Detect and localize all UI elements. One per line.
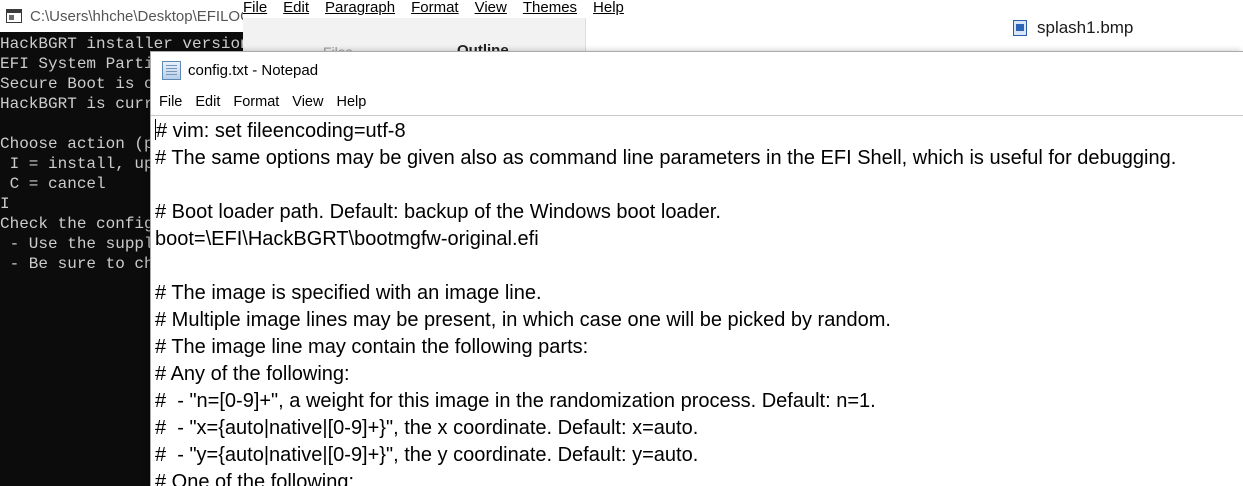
wordpad-menu-label: Format <box>411 0 459 16</box>
wordpad-menu-view[interactable]: View <box>475 0 507 15</box>
editor-line: # - "y={auto|native|[0-9]+}", the y coor… <box>155 444 699 466</box>
wordpad-side-pane-tabs: Files Outline <box>243 18 585 60</box>
notepad-window: config.txt - Notepad File Edit Format Vi… <box>150 51 1243 486</box>
window-title: config.txt - Notepad <box>188 62 319 79</box>
console-title: C:\Users\hhche\Desktop\EFILOGO <box>30 7 252 25</box>
editor-line: # The image is specified with an image l… <box>155 282 542 304</box>
wordpad-menu-file[interactable]: File <box>243 0 267 15</box>
wordpad-menubar: File Edit Paragraph Format View Themes H… <box>243 0 640 20</box>
wordpad-menu-label: File <box>243 0 268 16</box>
wordpad-menu-paragraph[interactable]: Paragraph <box>325 0 395 15</box>
wordpad-menu-edit[interactable]: Edit <box>283 0 309 15</box>
file-name: splash1.bmp <box>1037 18 1134 37</box>
wordpad-menu-help[interactable]: Help <box>593 0 624 15</box>
editor-line: # - "x={auto|native|[0-9]+}", the x coor… <box>155 417 699 439</box>
menu-view[interactable]: View <box>292 94 323 110</box>
editor-line: # One of the following: <box>155 471 355 486</box>
pane-divider <box>585 18 586 54</box>
console-titlebar[interactable]: C:\Users\hhche\Desktop\EFILOGO <box>0 0 252 32</box>
notepad-icon <box>162 61 181 80</box>
notepad-titlebar[interactable]: config.txt - Notepad <box>151 52 1243 89</box>
wordpad-menu-label: View <box>474 0 507 16</box>
wordpad-menu-label: Paragraph <box>325 0 396 16</box>
editor-line: # Boot loader path. Default: backup of t… <box>155 201 721 223</box>
editor-line-text: # vim: set fileencoding=utf-8 <box>156 120 406 142</box>
editor-line: # The same options may be given also as … <box>155 147 1177 169</box>
text-editor[interactable]: # vim: set fileencoding=utf-8 # The same… <box>151 115 1243 486</box>
menu-edit[interactable]: Edit <box>195 94 220 110</box>
menu-format[interactable]: Format <box>233 94 279 110</box>
editor-line: # Any of the following: <box>155 363 350 385</box>
editor-line: # The image line may contain the followi… <box>155 336 589 358</box>
wordpad-menu-label: Edit <box>283 0 310 16</box>
wordpad-menu-format[interactable]: Format <box>411 0 459 15</box>
console-icon <box>6 9 22 23</box>
editor-line: boot=\EFI\HackBGRT\bootmgfw-original.efi <box>155 228 539 250</box>
notepad-menubar: File Edit Format View Help <box>151 89 1243 115</box>
editor-line: # vim: set fileencoding=utf-8 <box>155 118 1243 145</box>
wordpad-menu-label: Help <box>593 0 624 16</box>
editor-line: # - "n=[0-9]+", a weight for this image … <box>155 390 876 412</box>
file-item[interactable]: splash1.bmp <box>1013 18 1133 38</box>
editor-line: # Multiple image lines may be present, i… <box>155 309 891 331</box>
menu-help[interactable]: Help <box>336 94 366 110</box>
wordpad-menu-themes[interactable]: Themes <box>523 0 577 15</box>
wordpad-menu-label: Themes <box>522 0 578 16</box>
bitmap-file-icon <box>1013 20 1027 36</box>
menu-file[interactable]: File <box>159 94 182 110</box>
